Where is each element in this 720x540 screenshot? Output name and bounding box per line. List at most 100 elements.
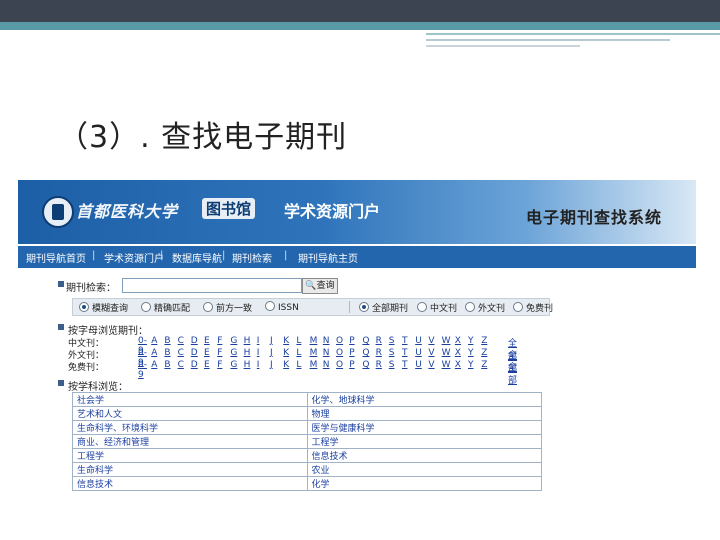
letter-link[interactable]: H [244, 336, 251, 346]
letter-link[interactable]: B [164, 336, 170, 346]
letter-link[interactable]: F [217, 348, 222, 358]
letter-link[interactable]: U [415, 348, 422, 358]
letter-link[interactable]: X [455, 360, 461, 370]
letter-link[interactable]: Q [362, 360, 369, 370]
letter-all-link[interactable]: 全部 [508, 360, 517, 386]
letter-link[interactable]: N [323, 348, 330, 358]
letter-link[interactable]: N [323, 336, 330, 346]
letter-link[interactable]: W [442, 336, 451, 346]
subject-link[interactable]: 物理 [306, 406, 542, 421]
letter-link[interactable]: G [230, 360, 237, 370]
search-button[interactable]: 🔍查询 [302, 278, 338, 294]
letter-link[interactable]: D [191, 348, 198, 358]
letter-link[interactable]: J [270, 348, 273, 358]
letter-link[interactable]: V [428, 360, 434, 370]
letter-link[interactable]: E [204, 348, 210, 358]
letter-link[interactable]: E [204, 360, 210, 370]
option-fuzzy[interactable]: 模糊查询 [79, 301, 128, 314]
letter-link[interactable]: Z [481, 336, 487, 346]
letter-link[interactable]: Q [362, 348, 369, 358]
letter-link[interactable]: 0-9 [138, 360, 147, 380]
letter-link[interactable]: J [270, 360, 273, 370]
option-chinese[interactable]: 中文刊 [417, 301, 457, 314]
letter-link[interactable]: L [296, 360, 301, 370]
letter-link[interactable]: A [151, 360, 157, 370]
letter-link[interactable]: D [191, 360, 198, 370]
subject-link[interactable]: 化学、地球科学 [306, 392, 542, 407]
letter-link[interactable]: O [336, 360, 343, 370]
letter-link[interactable]: B [164, 348, 170, 358]
nav-item-journal-home[interactable]: 期刊导航首页 [26, 250, 86, 265]
search-input[interactable] [122, 278, 302, 293]
letter-link[interactable]: T [402, 360, 408, 370]
letter-link[interactable]: S [389, 360, 395, 370]
letter-link[interactable]: X [455, 348, 461, 358]
letter-link[interactable]: S [389, 348, 395, 358]
letter-link[interactable]: W [442, 360, 451, 370]
subject-link[interactable]: 化学 [306, 476, 542, 491]
letter-link[interactable]: H [244, 360, 251, 370]
letter-link[interactable]: W [442, 348, 451, 358]
letter-link[interactable]: Z [481, 360, 487, 370]
letter-link[interactable]: Y [468, 360, 474, 370]
letter-link[interactable]: P [349, 336, 354, 346]
letter-link[interactable]: V [428, 336, 434, 346]
subject-link[interactable]: 农业 [306, 462, 542, 477]
option-all-journals[interactable]: 全部期刊 [359, 301, 408, 314]
letter-link[interactable]: T [402, 336, 408, 346]
nav-item-journal-main[interactable]: 期刊导航主页 [298, 250, 358, 265]
option-free[interactable]: 免费刊 [513, 301, 553, 314]
letter-link[interactable]: M [310, 360, 318, 370]
option-issn[interactable]: ISSN [265, 301, 299, 313]
letter-link[interactable]: G [230, 348, 237, 358]
letter-link[interactable]: T [402, 348, 408, 358]
option-prefix[interactable]: 前方一致 [203, 301, 252, 314]
letter-link[interactable]: H [244, 348, 251, 358]
letter-link[interactable]: P [349, 348, 354, 358]
letter-link[interactable]: D [191, 336, 198, 346]
letter-link[interactable]: N [323, 360, 330, 370]
letter-link[interactable]: Y [468, 336, 474, 346]
subject-link[interactable]: 生命科学 [72, 462, 308, 477]
letter-link[interactable]: X [455, 336, 461, 346]
subject-link[interactable]: 信息技术 [306, 448, 542, 463]
letter-link[interactable]: S [389, 336, 395, 346]
option-exact[interactable]: 精确匹配 [141, 301, 190, 314]
letter-link[interactable]: O [336, 348, 343, 358]
nav-item-portal[interactable]: 学术资源门户 [104, 250, 164, 265]
letter-link[interactable]: C [178, 336, 184, 346]
letter-link[interactable]: I [257, 336, 260, 346]
letter-link[interactable]: E [204, 336, 210, 346]
letter-link[interactable]: Y [468, 348, 474, 358]
letter-link[interactable]: Q [362, 336, 369, 346]
letter-link[interactable]: A [151, 336, 157, 346]
subject-link[interactable]: 艺术和人文 [72, 406, 308, 421]
letter-link[interactable]: P [349, 360, 354, 370]
subject-link[interactable]: 工程学 [306, 434, 542, 449]
letter-link[interactable]: G [230, 336, 237, 346]
letter-link[interactable]: O [336, 336, 343, 346]
letter-link[interactable]: U [415, 336, 422, 346]
letter-link[interactable]: C [178, 348, 184, 358]
letter-link[interactable]: C [178, 360, 184, 370]
letter-link[interactable]: F [217, 360, 222, 370]
subject-link[interactable]: 商业、经济和管理 [72, 434, 308, 449]
letter-link[interactable]: U [415, 360, 422, 370]
subject-link[interactable]: 社会学 [72, 392, 308, 407]
letter-link[interactable]: R [376, 360, 382, 370]
letter-link[interactable]: L [296, 348, 301, 358]
subject-link[interactable]: 医学与健康科学 [306, 420, 542, 435]
letter-link[interactable]: M [310, 348, 318, 358]
letter-link[interactable]: K [283, 360, 289, 370]
letter-link[interactable]: B [164, 360, 170, 370]
subject-link[interactable]: 生命科学、环境科学 [72, 420, 308, 435]
nav-item-database[interactable]: 数据库导航 [172, 250, 222, 265]
letter-link[interactable]: K [283, 336, 289, 346]
letter-link[interactable]: I [257, 360, 260, 370]
subject-link[interactable]: 信息技术 [72, 476, 308, 491]
letter-link[interactable]: R [376, 348, 382, 358]
letter-link[interactable]: J [270, 336, 273, 346]
subject-link[interactable]: 工程学 [72, 448, 308, 463]
letter-link[interactable]: Z [481, 348, 487, 358]
letter-link[interactable]: F [217, 336, 222, 346]
